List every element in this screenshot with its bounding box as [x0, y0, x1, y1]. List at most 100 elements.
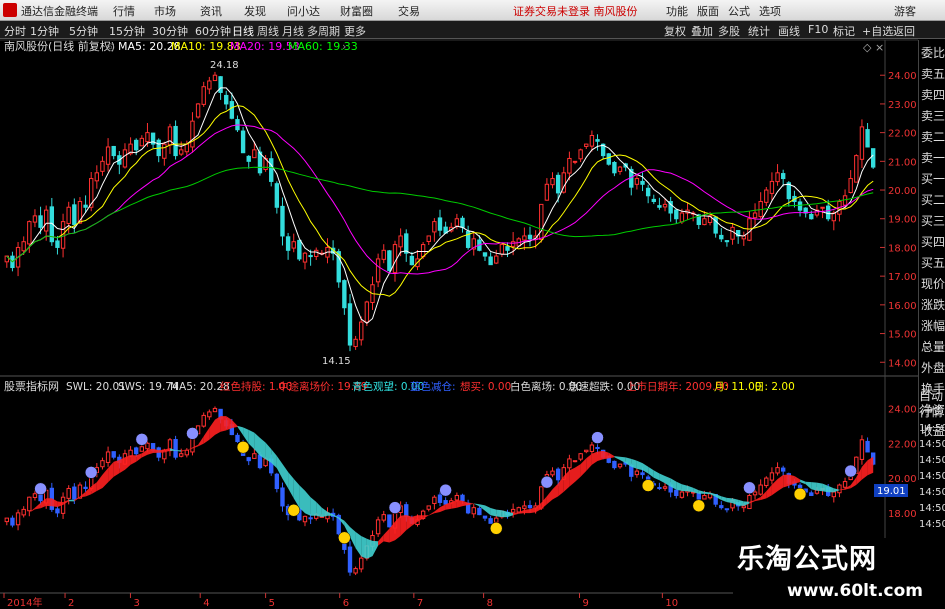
candle-body	[179, 149, 184, 155]
trend-band-segment	[383, 528, 390, 543]
candle-body	[674, 209, 679, 220]
menu-news[interactable]: 资讯	[200, 3, 222, 19]
candle-body	[201, 86, 206, 105]
menu-formula[interactable]: 公式	[728, 3, 750, 19]
quote-label[interactable]: 委比	[920, 44, 945, 61]
tick-time: 14:50	[919, 455, 945, 466]
tick-time: 14:50	[919, 487, 945, 498]
candle-body	[617, 166, 623, 172]
period-tab[interactable]: 分时	[4, 23, 26, 39]
quote-label[interactable]: 卖二	[920, 128, 945, 145]
indicator-candle-body	[775, 467, 780, 474]
period-tab-more[interactable]: 更多	[344, 23, 366, 39]
add-watchlist-button[interactable]: +自选	[862, 23, 893, 39]
period-tab[interactable]: 60分钟	[195, 23, 231, 39]
candle-body	[252, 149, 257, 159]
indicator-item-label: 蓝色减仓:	[410, 380, 456, 393]
kline-chart[interactable]: 24.00 23.00 22.00 21.00 20.00 19.00 18.00 17.00…	[0, 38, 945, 609]
trend-band-segment	[361, 536, 367, 559]
collapse-icon[interactable]: ◎	[106, 42, 115, 53]
quote-label[interactable]: 涨幅	[920, 317, 945, 334]
adjust-button[interactable]: 复权	[664, 23, 686, 39]
trend-band-segment	[704, 491, 710, 495]
menu-discover[interactable]: 发现	[244, 3, 266, 19]
quote-label[interactable]: 卖四	[920, 86, 945, 103]
quote-label[interactable]: 现价	[920, 275, 945, 292]
auto-label[interactable]: 自动	[919, 387, 943, 404]
menu-layout[interactable]: 版面	[697, 3, 719, 19]
sad-face-icon	[743, 481, 756, 494]
trend-band-segment	[614, 456, 620, 460]
quote-label[interactable]: 买二	[920, 191, 945, 208]
candle-body	[764, 189, 769, 203]
back-button[interactable]: 返回	[893, 23, 915, 39]
quote-label[interactable]: 涨跌	[920, 296, 945, 313]
menu-market[interactable]: 市场	[154, 3, 176, 19]
settings-icon[interactable]: ◇	[863, 41, 872, 54]
overlay-button[interactable]: 叠加	[691, 23, 713, 39]
trend-band-segment	[597, 450, 604, 461]
menu-ask[interactable]: 问小达	[287, 3, 320, 19]
menu-options[interactable]: 选项	[759, 3, 781, 19]
main-y-tick: 15.00	[888, 330, 917, 341]
draw-line-button[interactable]: 画线	[778, 23, 800, 39]
period-tab[interactable]: 1分钟	[30, 23, 59, 39]
period-tab[interactable]: 5分钟	[69, 23, 98, 39]
trend-band-segment	[46, 498, 52, 507]
menu-quotes[interactable]: 行情	[113, 3, 135, 19]
candle-body	[567, 157, 572, 174]
menu-trade[interactable]: 交易	[398, 3, 420, 19]
period-tab[interactable]: 月线	[282, 23, 304, 39]
indicator-candle-body	[488, 518, 493, 524]
quote-label[interactable]: 总量	[920, 338, 945, 355]
x-tick-label: 8	[487, 598, 493, 609]
candle-body	[555, 174, 561, 194]
period-tab-daily[interactable]: 日线	[232, 23, 254, 39]
trend-band-segment	[248, 429, 255, 450]
f10-button[interactable]: F10	[808, 23, 828, 36]
multi-stock-button[interactable]: 多股	[718, 23, 740, 39]
trend-band-segment	[822, 483, 829, 493]
smile-face-icon	[692, 499, 706, 512]
candle-body	[257, 151, 263, 174]
candle-body	[94, 172, 100, 182]
login-notice[interactable]: 证券交易未登录 南风股份	[513, 3, 638, 19]
period-tab[interactable]: 15分钟	[109, 23, 145, 39]
candle-body	[769, 180, 775, 194]
indicator-candle-body	[837, 484, 842, 494]
stats-button[interactable]: 统计	[748, 23, 770, 39]
period-tab[interactable]: 多周期	[307, 23, 340, 39]
candle-body	[387, 250, 392, 271]
indicator-y-tick: 20.00	[888, 474, 917, 485]
x-tick-label: 9	[583, 598, 589, 609]
expand-icon[interactable]: ›	[342, 40, 346, 53]
sad-face-icon	[34, 482, 47, 496]
quote-label[interactable]: 买三	[920, 212, 945, 229]
candle-body	[797, 201, 803, 211]
main-y-tick: 24.00	[888, 71, 917, 82]
indicator-candle-body	[139, 446, 145, 452]
quote-label[interactable]: 外盘	[920, 359, 945, 376]
quote-label[interactable]: 卖三	[920, 107, 945, 124]
trend-band-segment	[800, 479, 806, 485]
quote-label[interactable]: 买五	[920, 254, 945, 271]
candle-body	[100, 160, 105, 172]
smile-face-icon	[793, 487, 807, 501]
candle-body	[375, 258, 381, 283]
indicator-candle-body	[72, 486, 77, 500]
period-tab[interactable]: 周线	[257, 23, 279, 39]
trend-band-segment	[130, 455, 137, 465]
menu-function[interactable]: 功能	[666, 3, 688, 19]
trend-band-segment	[805, 481, 812, 490]
quote-label[interactable]: 买一	[920, 170, 945, 187]
menu-wealth-circle[interactable]: 财富圈	[340, 3, 373, 19]
period-tab[interactable]: 30分钟	[152, 23, 188, 39]
quotes-label[interactable]: 行情	[919, 403, 943, 420]
quote-label[interactable]: 买四	[920, 233, 945, 250]
close-icon[interactable]: ×	[875, 41, 884, 54]
menu-guest[interactable]: 游客	[894, 3, 916, 19]
indicator-candle-body	[752, 491, 758, 496]
mark-button[interactable]: 标记	[833, 23, 855, 39]
quote-label[interactable]: 卖一	[920, 149, 945, 166]
quote-label[interactable]: 卖五	[920, 65, 945, 82]
